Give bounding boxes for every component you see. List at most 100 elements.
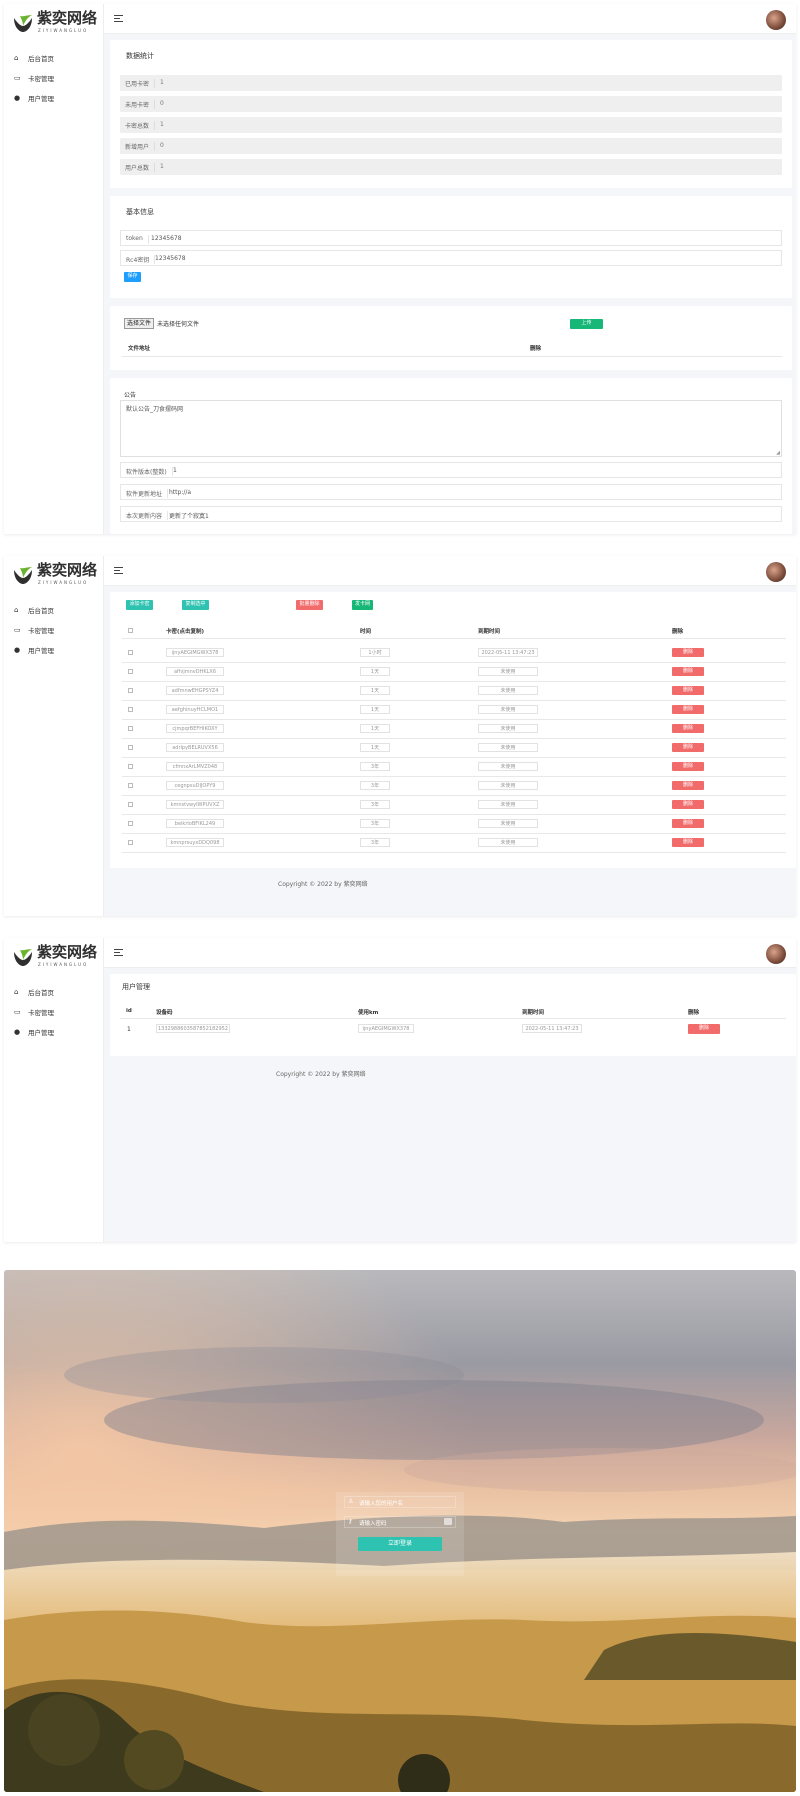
delete-card-button[interactable]: 删除: [672, 762, 704, 771]
row-checkbox[interactable]: [128, 669, 133, 674]
brand-logo: 紫奕网络 ZIYIWANGLUO: [12, 944, 100, 970]
row-checkbox[interactable]: [128, 802, 133, 807]
divider: [122, 719, 786, 720]
card-expire: 未使用: [478, 705, 538, 714]
sidebar-item-home[interactable]: ⌂ 后台首页: [4, 600, 104, 620]
delete-user-button[interactable]: 删除: [688, 1024, 720, 1034]
menu-toggle-icon[interactable]: [114, 567, 123, 575]
stat-label: 用户总数: [125, 163, 155, 172]
sidebar-nav: ⌂ 后台首页 ▭ 卡密管理 ● 用户管理: [4, 600, 104, 660]
sidebar-item-label: 卡密管理: [28, 1009, 54, 1017]
card-time: 3年: [360, 781, 390, 790]
menu-toggle-icon[interactable]: [114, 949, 123, 957]
avatar[interactable]: [766, 10, 786, 30]
rc4-value: 12345678: [155, 255, 186, 262]
delete-card-button[interactable]: 删除: [672, 648, 704, 657]
card-time: 1天: [360, 686, 390, 695]
delete-card-button[interactable]: 删除: [672, 781, 704, 790]
sidebar-item-users[interactable]: ● 用户管理: [4, 640, 104, 660]
card-expire: 未使用: [478, 667, 538, 676]
card-code[interactable]: adrlpyBELRUVX56: [166, 743, 224, 752]
token-field[interactable]: token 12345678: [120, 230, 782, 246]
avatar[interactable]: [766, 944, 786, 964]
row-checkbox[interactable]: [128, 726, 133, 731]
row-checkbox[interactable]: [128, 783, 133, 788]
eye-icon[interactable]: [444, 1518, 452, 1525]
password-field[interactable]: ⚷ 请输入密码: [344, 1516, 456, 1528]
sidebar-item-cards[interactable]: ▭ 卡密管理: [4, 68, 104, 88]
card-shop-button[interactable]: 发卡网: [352, 600, 373, 610]
menu-toggle-icon[interactable]: [114, 15, 123, 23]
card-time: 3年: [360, 762, 390, 771]
delete-card-button[interactable]: 删除: [672, 667, 704, 676]
card-expire: 未使用: [478, 800, 538, 809]
stat-row: 已用卡密 1: [120, 75, 782, 91]
row-checkbox[interactable]: [128, 821, 133, 826]
add-card-button[interactable]: 添加卡密: [126, 600, 153, 610]
choose-file-button[interactable]: 选择文件: [124, 318, 155, 329]
copyright: Copyright © 2022 by 紫奕网络: [278, 881, 368, 888]
brand-title: 紫奕网络: [37, 943, 98, 961]
delete-card-button[interactable]: 删除: [672, 724, 704, 733]
leaf-logo-icon: [14, 567, 32, 584]
update-content-field[interactable]: 本次更新内容 更新了个寂寞1: [120, 506, 782, 522]
card-code[interactable]: cfmnxArLMVZ048: [166, 762, 224, 771]
sidebar-item-cards[interactable]: ▭ 卡密管理: [4, 620, 104, 640]
avatar[interactable]: [766, 562, 786, 582]
card-code[interactable]: afhijmnvDHKLX6: [166, 667, 224, 676]
card-time: 3年: [360, 819, 390, 828]
users-title: 用户管理: [122, 983, 150, 991]
sidebar-item-cards[interactable]: ▭ 卡密管理: [4, 1002, 104, 1022]
stat-row: 未用卡密 0: [120, 96, 782, 112]
sidebar-item-home[interactable]: ⌂ 后台首页: [4, 48, 104, 68]
card-code[interactable]: aefghinuyHCLMO1: [166, 705, 224, 714]
rc4-label: Rc4密钥: [126, 255, 156, 264]
sidebar-item-label: 卡密管理: [28, 75, 54, 83]
delete-card-button[interactable]: 删除: [672, 819, 704, 828]
update-content-label: 本次更新内容: [126, 511, 169, 520]
login-button[interactable]: 立即登录: [358, 1537, 442, 1551]
divider: [122, 757, 786, 758]
select-all-checkbox[interactable]: [128, 628, 133, 633]
row-checkbox[interactable]: [128, 840, 133, 845]
copy-selected-button[interactable]: 复制选中: [182, 600, 209, 610]
resize-handle-icon: ◢: [776, 450, 780, 456]
stat-row: 新增用户 0: [120, 138, 782, 154]
card-code[interactable]: adfmnwEHGPSYZ4: [166, 686, 224, 695]
delete-card-button[interactable]: 删除: [672, 686, 704, 695]
card-code[interactable]: cegnpsuDIJOPY9: [166, 781, 224, 790]
sidebar-item-users[interactable]: ● 用户管理: [4, 88, 104, 108]
delete-card-button[interactable]: 删除: [672, 743, 704, 752]
card-code[interactable]: kmnstvwyIWPUVXZ: [166, 800, 224, 809]
row-checkbox[interactable]: [128, 764, 133, 769]
row-checkbox[interactable]: [128, 707, 133, 712]
delete-card-button[interactable]: 删除: [672, 705, 704, 714]
divider: [122, 738, 786, 739]
notice-textarea[interactable]: 默认公告_刀食摆码网 ◢: [120, 400, 782, 457]
home-icon: ⌂: [14, 606, 19, 614]
username-field[interactable]: ♙ 请输入您的用户名: [344, 1496, 456, 1508]
row-checkbox[interactable]: [128, 688, 133, 693]
delete-column-header: 删除: [672, 629, 684, 635]
username-placeholder: 请输入您的用户名: [359, 1501, 404, 1507]
row-checkbox[interactable]: [128, 650, 133, 655]
notice-card: 公告 默认公告_刀食摆码网 ◢ 软件版本(整数) 1 软件更新地址 http://a…: [110, 378, 792, 534]
version-field[interactable]: 软件版本(整数) 1: [120, 462, 782, 478]
upload-button[interactable]: 上传: [570, 319, 603, 329]
file-upload-card: 选择文件 未选择任何文件 上传 文件地址 删除: [110, 306, 792, 370]
card-code[interactable]: kmnprsuyxDDQ098: [166, 838, 224, 847]
batch-delete-button[interactable]: 批量删除: [296, 600, 323, 610]
stat-value: 0: [160, 142, 164, 149]
delete-card-button[interactable]: 删除: [672, 838, 704, 847]
card-code[interactable]: beikrloBFIKL249: [166, 819, 224, 828]
sidebar-item-users[interactable]: ● 用户管理: [4, 1022, 104, 1042]
update-url-field[interactable]: 软件更新地址 http://a: [120, 484, 782, 500]
save-button[interactable]: 保存: [124, 272, 141, 282]
rc4-key-field[interactable]: Rc4密钥 12345678: [120, 250, 782, 266]
sidebar-item-home[interactable]: ⌂ 后台首页: [4, 982, 104, 1002]
card-code[interactable]: ijnyAEGIMGWX378: [166, 648, 224, 657]
delete-card-button[interactable]: 删除: [672, 800, 704, 809]
card-code[interactable]: cjmpqrBEFHIKOXY: [166, 724, 224, 733]
row-checkbox[interactable]: [128, 745, 133, 750]
card-time: 3年: [360, 838, 390, 847]
